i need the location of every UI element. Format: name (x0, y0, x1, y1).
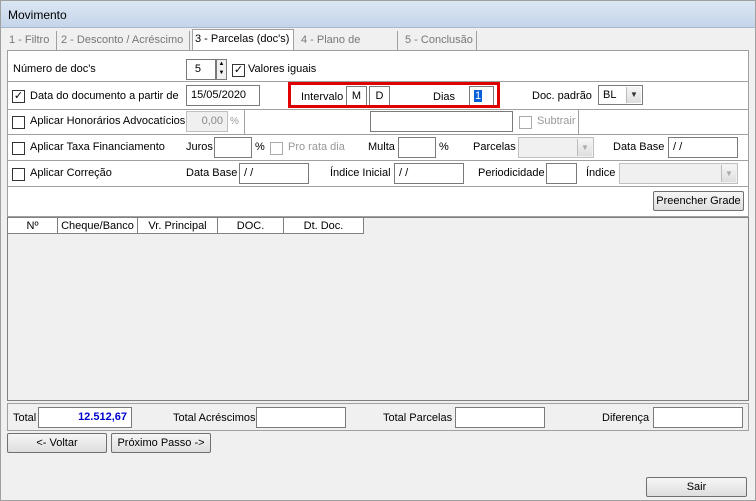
row-taxa-financiamento: Aplicar Taxa Financiamento Juros % Pro r… (8, 135, 748, 161)
grid-col-vr-principal[interactable]: Vr. Principal (138, 218, 218, 234)
data-doc-input[interactable]: 15/05/2020 (186, 85, 260, 106)
juros-percent-label: % (255, 141, 265, 153)
tab-plano-de-baixas[interactable]: 4 - Plano de Baixas (299, 31, 398, 64)
valores-iguais-checkbox[interactable]: ✓ (232, 64, 245, 77)
grid-header: Nº Cheque/Banco Vr. Principal DOC. Dt. D… (8, 218, 364, 234)
preencher-grade-button[interactable]: Preencher Grade (653, 191, 744, 211)
honorarios-label: Aplicar Honorários Advocatícios (30, 115, 186, 127)
doc-padrao-label: Doc. padrão (532, 90, 592, 102)
taxa-data-base-input[interactable]: / / (668, 137, 738, 158)
indice-label: Índice (586, 167, 616, 179)
honorarios-description-input[interactable] (370, 111, 513, 132)
grid-col-numero[interactable]: Nº (8, 218, 58, 234)
data-doc-checkbox[interactable]: ✓ (12, 90, 25, 103)
num-docs-input[interactable]: 5 (186, 59, 216, 80)
honorarios-checkbox[interactable] (12, 116, 25, 129)
indice-arrow-icon: ▼ (721, 165, 736, 182)
data-doc-label: Data do documento a partir de (30, 90, 179, 102)
tab-conclusao[interactable]: 5 - Conclusão (403, 31, 477, 50)
grid-col-doc[interactable]: DOC. (218, 218, 284, 234)
multa-label: Multa (368, 141, 395, 153)
correcao-checkbox[interactable] (12, 168, 25, 181)
sair-button[interactable]: Sair (646, 477, 747, 497)
grid-col-dt-doc[interactable]: Dt. Doc. (284, 218, 364, 234)
doc-padrao-value: BL (603, 89, 617, 101)
honorarios-percent-label: % (230, 116, 239, 127)
divider (578, 110, 579, 134)
parcelas-panel: Número de doc's 5 ▲ ▼ ✓ Valores iguais ✓ … (7, 50, 749, 217)
doc-padrao-arrow-icon: ▼ (626, 87, 641, 103)
total-label: Total (13, 412, 37, 424)
periodicidade-label: Periodicidade (478, 167, 545, 179)
valores-iguais-label: Valores iguais (248, 63, 317, 75)
parcelas-label: Parcelas (473, 141, 516, 153)
periodicidade-input[interactable] (546, 163, 577, 184)
pro-rata-label: Pro rata dia (288, 141, 345, 153)
subtrair-label: Subtrair (537, 115, 576, 127)
total-acrescimos-label: Total Acréscimos (173, 412, 256, 424)
subtrair-checkbox[interactable] (519, 116, 532, 129)
juros-input[interactable] (214, 137, 252, 158)
row-num-docs: Número de doc's 5 ▲ ▼ ✓ Valores iguais (8, 51, 748, 82)
doc-padrao-select[interactable]: BL ▼ (598, 85, 643, 105)
parcelas-grid[interactable]: Nº Cheque/Banco Vr. Principal DOC. Dt. D… (7, 217, 749, 401)
correcao-data-base-input[interactable]: / / (239, 163, 309, 184)
indice-inicial-label: Índice Inicial (330, 167, 391, 179)
highlight-box (288, 82, 500, 108)
diferenca-label: Diferença (602, 412, 650, 424)
movimento-window: Movimento 1 - Filtro 2 - Desconto / Acré… (0, 0, 756, 501)
juros-label: Juros (186, 141, 213, 153)
row-correcao: Aplicar Correção Data Base / / Índice In… (8, 161, 748, 187)
row-honorarios: Aplicar Honorários Advocatícios 0,00 % S… (8, 110, 748, 135)
grid-col-cheque-banco[interactable]: Cheque/Banco (58, 218, 138, 234)
divider (244, 110, 245, 134)
title-bar: Movimento (1, 1, 755, 28)
window-title: Movimento (8, 8, 67, 22)
taxa-financiamento-label: Aplicar Taxa Financiamento (30, 141, 165, 153)
num-docs-spinner[interactable]: ▲ ▼ (216, 59, 227, 80)
proximo-passo-button[interactable]: Próximo Passo -> (111, 433, 211, 453)
indice-inicial-input[interactable]: / / (394, 163, 464, 184)
voltar-button[interactable]: <- Voltar (7, 433, 107, 453)
total-acrescimos-input (256, 407, 346, 428)
tab-desconto-acrescimo[interactable]: 2 - Desconto / Acréscimo (59, 31, 190, 50)
num-docs-label: Número de doc's (13, 63, 96, 75)
taxa-financiamento-checkbox[interactable] (12, 142, 25, 155)
tab-parcelas[interactable]: 3 - Parcelas (doc's) (192, 29, 294, 51)
multa-percent-label: % (439, 141, 449, 153)
correcao-label: Aplicar Correção (30, 167, 112, 179)
correcao-data-base-label: Data Base (186, 167, 238, 179)
tab-filtro[interactable]: 1 - Filtro (7, 31, 57, 50)
indice-select[interactable]: ▼ (619, 163, 738, 184)
totals-bar: Total 12.512,67 Total Acréscimos Total P… (7, 403, 749, 431)
pro-rata-checkbox[interactable] (270, 142, 283, 155)
multa-input[interactable] (398, 137, 436, 158)
total-parcelas-label: Total Parcelas (383, 412, 453, 424)
parcelas-select[interactable]: ▼ (518, 137, 594, 158)
total-parcelas-input (455, 407, 545, 428)
total-value: 12.512,67 (38, 407, 132, 428)
taxa-data-base-label: Data Base (613, 141, 665, 153)
parcelas-arrow-icon: ▼ (577, 139, 592, 156)
honorarios-input[interactable]: 0,00 (186, 111, 228, 132)
diferenca-input (653, 407, 743, 428)
